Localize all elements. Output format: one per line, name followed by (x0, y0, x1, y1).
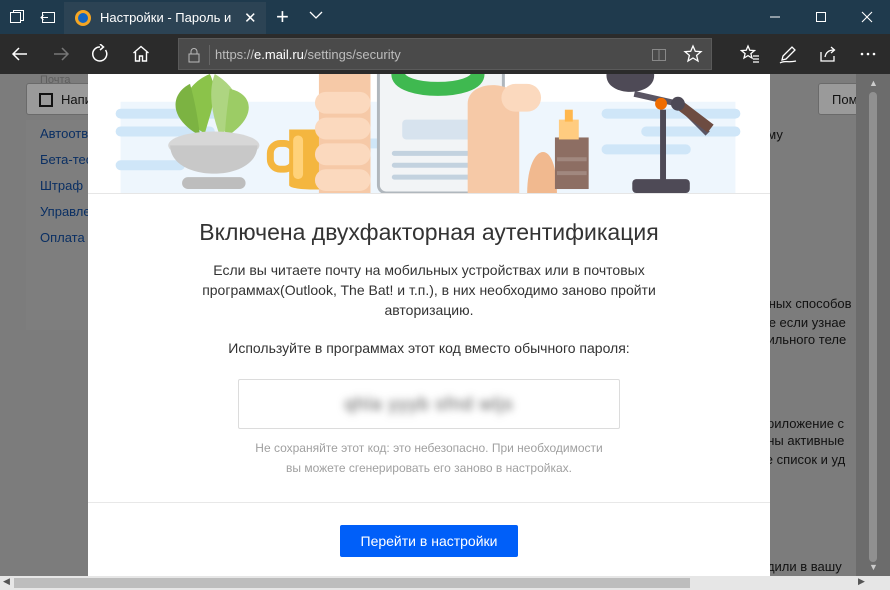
sidebar-item-manage[interactable]: Управле (40, 204, 91, 219)
url-divider (209, 45, 210, 65)
go-to-settings-button[interactable]: Перейти в настройки (340, 525, 518, 557)
url-path: /settings/security (303, 47, 401, 62)
window-close-icon[interactable] (844, 0, 890, 34)
chevron-down-icon[interactable] (309, 8, 323, 22)
security-warning: Не сохраняйте этот код: это небезопасно.… (218, 438, 640, 478)
background-text: одили в вашу (760, 559, 842, 574)
url-text[interactable]: https://e.mail.ru/settings/security (215, 47, 401, 62)
modal-description: Если вы читаете почту на мобильных устро… (202, 262, 656, 318)
tab-title: Настройки - Пароль и (100, 10, 232, 25)
background-text: те список и уд (760, 452, 846, 467)
compose-button[interactable]: Напи (26, 83, 96, 115)
sidebar-item-payment[interactable]: Оплата (40, 230, 85, 245)
vertical-scroll-thumb[interactable] (869, 92, 877, 562)
title-bar: Настройки - Пароль и ✕ + (0, 0, 890, 34)
more-icon[interactable] (858, 44, 878, 64)
lock-icon[interactable] (187, 47, 201, 63)
scroll-up-icon[interactable]: ▲ (869, 78, 878, 88)
modal-title: Включена двухфакторная аутентификация (199, 219, 659, 245)
home-icon[interactable] (131, 44, 151, 64)
scroll-left-icon[interactable]: ◀ (3, 576, 10, 587)
plus-icon[interactable]: + (276, 4, 289, 30)
two-factor-modal: Включена двухфакторная аутентификация Ес… (88, 74, 770, 576)
compose-icon (39, 93, 53, 107)
back-icon[interactable] (10, 44, 30, 64)
header-illustration (88, 74, 770, 194)
url-scheme: https:// (215, 47, 255, 62)
reading-view-icon[interactable] (651, 47, 667, 63)
tabs-aside-icon[interactable] (40, 9, 56, 25)
horizontal-scroll-thumb[interactable] (14, 578, 690, 588)
share-icon[interactable] (818, 44, 838, 64)
refresh-icon[interactable] (90, 44, 110, 64)
sidebar-item-autoresponder[interactable]: Автоотв (40, 126, 88, 141)
pen-icon[interactable] (778, 44, 798, 64)
background-text: приложение с (760, 416, 845, 431)
scroll-right-icon[interactable]: ▶ (858, 576, 865, 587)
minimize-icon[interactable] (752, 0, 798, 34)
app-password-field[interactable]: qhla yyyb sfnd wljs (238, 379, 620, 429)
favorites-icon[interactable] (740, 44, 760, 64)
background-text: бильного теле (760, 332, 847, 347)
tab-active[interactable]: Настройки - Пароль и ✕ (64, 2, 266, 34)
app-password-value[interactable]: qhla yyyb sfnd wljs (239, 394, 619, 415)
maximize-icon[interactable] (798, 0, 844, 34)
address-bar[interactable]: https://e.mail.ru/settings/security (178, 38, 712, 70)
navigation-bar: https://e.mail.ru/settings/security (0, 34, 890, 74)
modal-divider (88, 502, 770, 503)
sidebar-item-beta[interactable]: Бета-тес (40, 152, 92, 167)
background-text: же если узнае (760, 315, 846, 330)
sidebar-item-fines[interactable]: Штраф (40, 178, 83, 193)
scroll-corner (872, 576, 890, 590)
security-warning-line: Не сохраняйте этот код: это небезопасно.… (255, 441, 603, 455)
background-text: аны активные (760, 433, 845, 448)
forward-icon[interactable] (51, 44, 71, 64)
scroll-down-icon[interactable]: ▼ (869, 562, 878, 572)
tab-actions-icon[interactable] (9, 9, 25, 25)
star-icon[interactable] (683, 44, 703, 64)
url-host: e.mail.ru (254, 47, 304, 62)
security-warning-line: вы можете сгенерировать его заново в нас… (286, 461, 572, 475)
help-label: Пом (832, 92, 858, 107)
hand-icon (314, 74, 371, 193)
background-text: жных способов (760, 296, 852, 311)
favicon-mailru-icon (75, 10, 91, 26)
code-hint: Используйте в программах этот код вместо… (228, 340, 630, 356)
close-icon[interactable]: ✕ (244, 9, 257, 27)
